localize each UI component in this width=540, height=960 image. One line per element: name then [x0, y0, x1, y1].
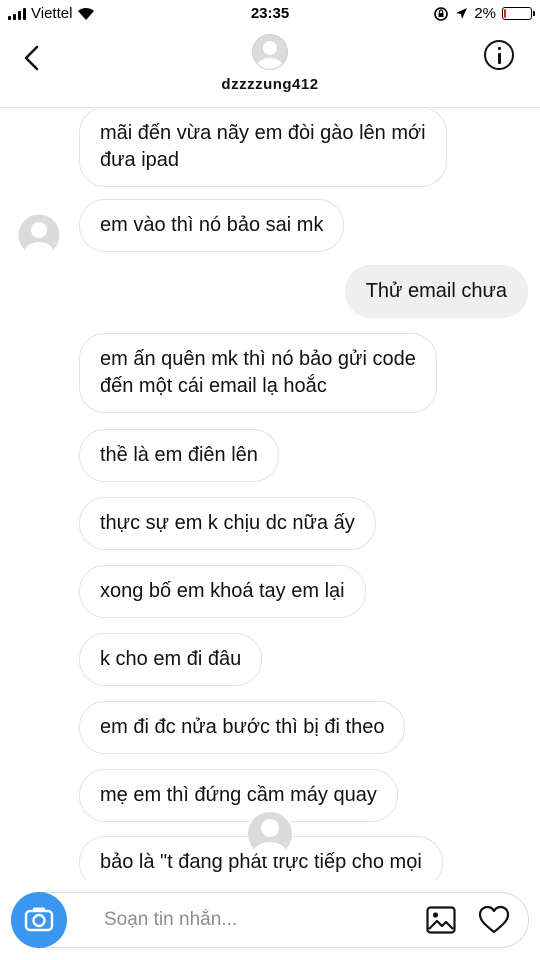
- camera-icon: [24, 907, 54, 932]
- message-bubble[interactable]: em đi đc nửa bước thì bị đi theo: [79, 701, 406, 754]
- gallery-icon[interactable]: [426, 906, 456, 934]
- message-bubble[interactable]: xong bố em khoá tay em lại: [79, 565, 366, 618]
- message-bubble[interactable]: em vào thì nó bảo sai mk: [79, 199, 345, 252]
- message-composer: [11, 892, 529, 948]
- battery-fill: [504, 9, 506, 18]
- battery-percent: 2%: [474, 5, 496, 22]
- message-bubble[interactable]: mẹ em thì đứng cầm máy quay: [79, 769, 398, 822]
- message-line: em vào thì nó bảo sai mk: [100, 214, 324, 236]
- message-line: đến một cái email lạ hoắc: [100, 375, 327, 397]
- typing-avatar: [246, 810, 294, 858]
- camera-button[interactable]: [11, 892, 67, 948]
- message-line: mãi đến vừa nãy em đòi gào lên mới: [100, 122, 426, 144]
- info-icon-bar: [498, 53, 501, 64]
- message-list[interactable]: mãi đến vừa nãy em đòi gào lên mới đưa i…: [0, 109, 540, 880]
- sender-avatar[interactable]: [18, 214, 60, 256]
- message-line: thề là em điên lên: [100, 444, 258, 466]
- heart-icon[interactable]: [478, 905, 510, 935]
- back-button[interactable]: [14, 40, 50, 76]
- message-bubble[interactable]: k cho em đi đâu: [79, 633, 263, 686]
- message-line: xong bố em khoá tay em lại: [100, 580, 345, 602]
- message-line: em đi đc nửa bước thì bị đi theo: [100, 716, 385, 738]
- chat-username[interactable]: dzzzzung412: [0, 76, 540, 93]
- message-line: mẹ em thì đứng cầm máy quay: [100, 784, 377, 806]
- message-line: đưa ipad: [100, 149, 180, 171]
- message-bubble[interactable]: thực sự em k chịu dc nữa ấy: [79, 497, 376, 550]
- message-bubble[interactable]: thề là em điên lên: [79, 429, 279, 482]
- message-line: em ấn quên mk thì nó bảo gửi code: [100, 348, 416, 370]
- message-line: Thử email chưa: [365, 280, 507, 302]
- message-bubble[interactable]: em ấn quên mk thì nó bảo gửi code đến mộ…: [79, 333, 437, 413]
- battery-icon: [502, 7, 535, 20]
- chat-header: dzzzzung412: [0, 28, 540, 108]
- info-icon-dot: [498, 47, 501, 50]
- info-button[interactable]: [484, 40, 514, 70]
- status-bar: Viettel 23:35 2%: [0, 0, 540, 28]
- avatar[interactable]: [252, 34, 288, 70]
- message-bubble-outgoing[interactable]: Thử email chưa: [344, 265, 528, 318]
- status-right: 2%: [433, 5, 535, 22]
- message-bubble[interactable]: mãi đến vừa nãy em đòi gào lên mới đưa i…: [79, 109, 447, 187]
- location-icon: [456, 7, 468, 19]
- message-line: thực sự em k chịu dc nữa ấy: [100, 512, 355, 534]
- orientation-lock-icon: [434, 6, 449, 21]
- message-input[interactable]: [104, 893, 394, 947]
- message-line: k cho em đi đâu: [100, 648, 242, 670]
